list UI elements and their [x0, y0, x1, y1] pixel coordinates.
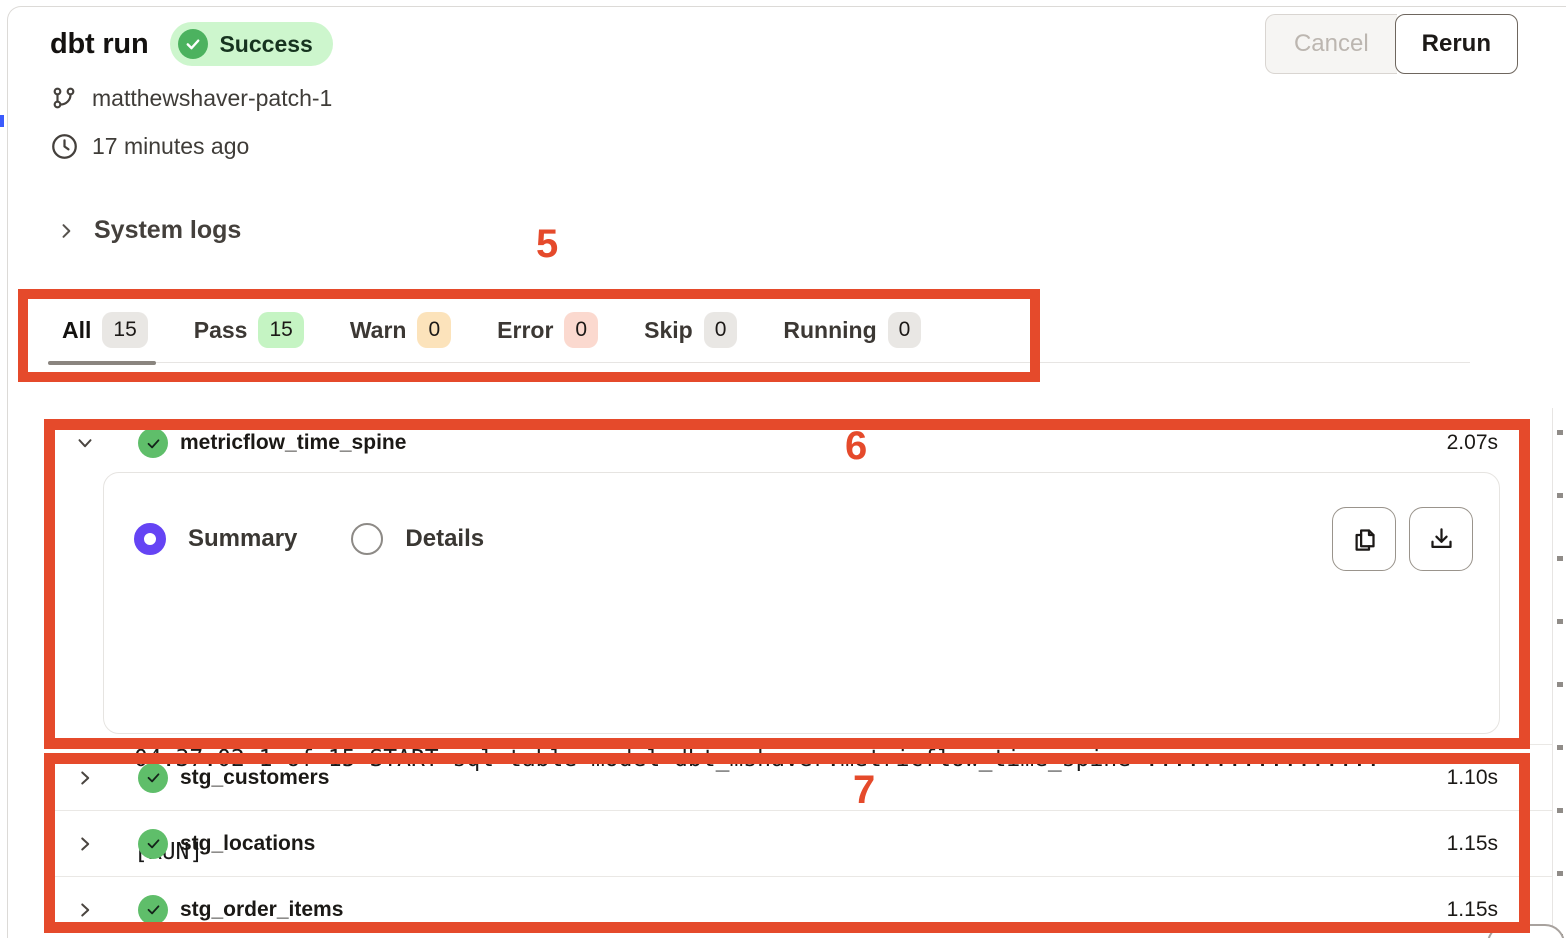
success-check-icon [138, 428, 168, 458]
step-log-card: Summary Details 04:37:02 1 of 15 START s… [103, 472, 1500, 734]
step-duration: 1.10s [1447, 766, 1498, 790]
status-badge: Success [170, 22, 332, 66]
tab-label: Skip [644, 317, 693, 344]
step-row-stg-order-items[interactable]: stg_order_items 1.15s [44, 876, 1552, 938]
details-radio-label: Details [405, 525, 484, 553]
tab-count-badge: 15 [258, 312, 303, 348]
step-name: stg_customers [180, 766, 329, 790]
clock-icon [50, 132, 78, 160]
tab-label: All [62, 317, 91, 344]
tab-skip[interactable]: Skip 0 [644, 312, 737, 348]
success-check-icon [178, 29, 208, 59]
chevron-right-icon [56, 221, 76, 241]
tab-count-badge: 0 [564, 312, 598, 348]
step-row-metricflow-time-spine[interactable]: metricflow_time_spine 2.07s [44, 408, 1552, 472]
tab-all[interactable]: All 15 [62, 312, 148, 348]
tab-count-badge: 0 [888, 312, 922, 348]
tab-label: Running [783, 317, 876, 344]
run-steps-list: metricflow_time_spine 2.07s Summary Deta… [44, 408, 1552, 938]
header: dbt run Success [50, 22, 333, 66]
success-check-icon [138, 763, 168, 793]
annotation-number-5: 5 [536, 222, 558, 267]
chevron-down-icon[interactable] [72, 432, 98, 454]
step-name: metricflow_time_spine [180, 431, 406, 455]
copy-icon [1351, 526, 1378, 553]
branch-row: matthewshaver-patch-1 [50, 84, 332, 112]
download-logs-button[interactable] [1409, 507, 1473, 571]
tab-running[interactable]: Running 0 [783, 312, 921, 348]
tab-warn[interactable]: Warn 0 [350, 312, 451, 348]
chevron-right-icon[interactable] [72, 899, 98, 921]
status-badge-label: Success [219, 31, 312, 58]
copy-logs-button[interactable] [1332, 507, 1396, 571]
step-duration: 2.07s [1447, 431, 1498, 455]
tab-label: Error [497, 317, 553, 344]
branch-name: matthewshaver-patch-1 [92, 85, 332, 112]
tab-count-badge: 0 [417, 312, 451, 348]
system-logs-label: System logs [94, 216, 241, 245]
tab-error[interactable]: Error 0 [497, 312, 598, 348]
tab-count-badge: 15 [102, 312, 147, 348]
page-title: dbt run [50, 28, 148, 61]
status-filter-tabs: All 15 Pass 15 Warn 0 Error 0 Skip 0 Run… [62, 312, 1470, 363]
tab-label: Warn [350, 317, 407, 344]
chevron-right-icon[interactable] [72, 833, 98, 855]
download-icon [1428, 526, 1455, 553]
run-time-ago: 17 minutes ago [92, 133, 249, 160]
cursor-artifact [0, 115, 4, 127]
success-check-icon [138, 829, 168, 859]
help-button[interactable] [1487, 924, 1565, 938]
step-name: stg_locations [180, 832, 315, 856]
summary-radio-label: Summary [188, 525, 297, 553]
success-check-icon [138, 895, 168, 925]
system-logs-toggle[interactable]: System logs [56, 216, 241, 245]
tab-pass[interactable]: Pass 15 [194, 312, 304, 348]
tab-label: Pass [194, 317, 248, 344]
time-row: 17 minutes ago [50, 132, 249, 160]
run-actions: Cancel Rerun [1265, 14, 1518, 74]
step-name: stg_order_items [180, 898, 343, 922]
step-duration: 1.15s [1447, 832, 1498, 856]
dbt-run-page: dbt run Success matthewshaver-patch-1 17… [0, 0, 1566, 938]
log-line: 04:37:02 1 of 15 START sql table model d… [134, 744, 1471, 775]
log-view-options: Summary Details [134, 507, 1473, 571]
step-duration: 1.15s [1447, 898, 1498, 922]
details-radio[interactable] [351, 523, 383, 555]
right-edge-marks [1557, 430, 1563, 938]
right-edge-divider [1552, 408, 1553, 938]
cancel-button[interactable]: Cancel [1265, 14, 1397, 74]
rerun-button[interactable]: Rerun [1395, 14, 1518, 74]
summary-radio[interactable] [134, 523, 166, 555]
tab-count-badge: 0 [704, 312, 738, 348]
git-branch-icon [50, 84, 78, 112]
chevron-right-icon[interactable] [72, 767, 98, 789]
